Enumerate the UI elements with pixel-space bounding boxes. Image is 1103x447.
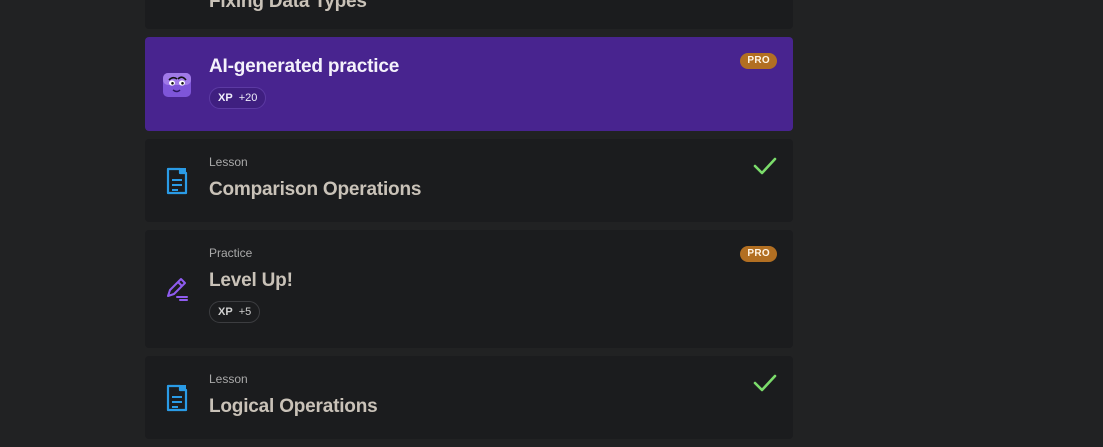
- lesson-kind: Lesson: [209, 155, 248, 169]
- practice-kind: Practice: [209, 246, 253, 260]
- lesson-title: AI-generated practice: [209, 56, 400, 77]
- lesson-card-logical-operations[interactable]: Lesson Logical Operations: [145, 356, 793, 439]
- lesson-title: Fixing Data Types: [209, 0, 367, 12]
- ai-practice-card[interactable]: AI-generated practice XP +20 PRO: [145, 37, 793, 131]
- xp-chip: XP +5: [209, 301, 261, 323]
- lesson-list: Fixing Data Types AI-generated practice …: [145, 0, 793, 447]
- pro-badge: PRO: [740, 53, 777, 69]
- document-lesson-icon: [161, 165, 193, 197]
- lesson-card-fixing-data-types[interactable]: Fixing Data Types: [145, 0, 793, 29]
- xp-label: XP: [218, 306, 233, 318]
- document-lesson-icon: [161, 382, 193, 414]
- xp-label: XP: [218, 92, 233, 104]
- lesson-title: Comparison Operations: [209, 179, 422, 200]
- robot-mascot-icon: [161, 68, 193, 100]
- pencil-practice-icon: [161, 273, 193, 305]
- practice-card-level-up[interactable]: Practice Level Up! XP +5 PRO: [145, 230, 793, 348]
- pro-badge: PRO: [740, 246, 777, 262]
- lesson-title: Logical Operations: [209, 396, 378, 417]
- lesson-card-comparison-operations[interactable]: Lesson Comparison Operations: [145, 139, 793, 222]
- check-icon: [753, 157, 777, 175]
- practice-title: Level Up!: [209, 270, 293, 291]
- xp-value: +5: [238, 306, 252, 318]
- lesson-kind: Lesson: [209, 372, 248, 386]
- xp-chip: XP +20: [209, 87, 267, 109]
- xp-value: +20: [238, 92, 258, 104]
- check-icon: [753, 374, 777, 392]
